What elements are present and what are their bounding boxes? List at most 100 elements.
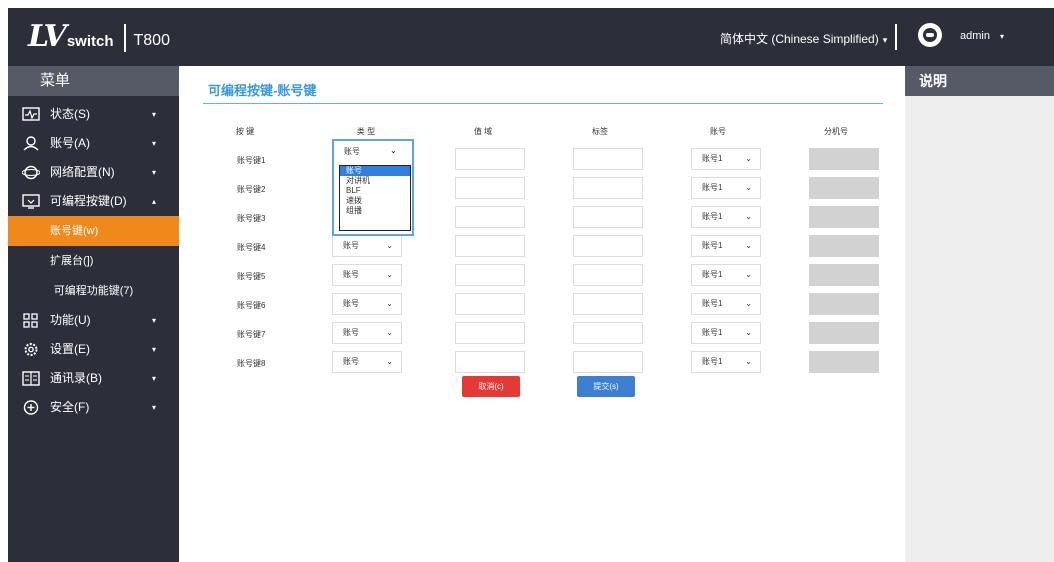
sidebar-item-label: 功能(U) (50, 313, 91, 327)
value-input[interactable] (455, 351, 525, 373)
type-select-value: 账号 (344, 147, 360, 156)
account-select[interactable]: 账号1 ⌄ (691, 177, 761, 199)
account-select-value: 账号1 (702, 270, 723, 279)
row-key-label: 账号键4 (237, 243, 266, 252)
value-input[interactable] (455, 264, 525, 286)
dropdown-option[interactable]: 速拨 (340, 196, 410, 206)
extension-input (809, 264, 879, 286)
chevron-up-icon: ▴ (152, 197, 157, 206)
avatar[interactable] (918, 23, 942, 47)
phonebook-icon (22, 371, 40, 386)
chevron-down-icon: ▾ (152, 374, 157, 383)
chevron-down-icon: ⌄ (386, 270, 393, 279)
sidebar-item-status[interactable]: 状态(S) ▾ (8, 100, 179, 129)
programmable-key-icon (22, 194, 40, 209)
value-input[interactable] (455, 206, 525, 228)
sidebar-subitem-account-keys[interactable]: 账号键(w) (8, 216, 179, 246)
label-input[interactable] (573, 177, 643, 199)
chevron-down-icon: ▾ (152, 139, 157, 148)
column-header-account: 账号 (710, 127, 726, 136)
value-input[interactable] (455, 235, 525, 257)
account-select[interactable]: 账号1 ⌄ (691, 264, 761, 286)
type-select[interactable]: 账号 ⌄ (332, 351, 402, 373)
type-select[interactable]: 账号 ⌄ (332, 293, 402, 315)
type-select-value: 账号 (343, 270, 359, 279)
dropdown-option[interactable]: 账号 (340, 166, 410, 176)
label-input[interactable] (573, 235, 643, 257)
user-menu[interactable]: admin ▾ (960, 30, 1004, 42)
chevron-down-icon: ▾ (152, 316, 157, 325)
feature-grid-icon (23, 313, 38, 328)
row-key-label: 账号键1 (237, 156, 266, 165)
row-key-label: 账号键6 (237, 301, 266, 310)
sidebar-item-phonebook[interactable]: 通讯录(B) ▾ (8, 364, 179, 393)
extension-input (809, 351, 879, 373)
sidebar-item-features[interactable]: 功能(U) ▾ (8, 306, 179, 335)
account-select[interactable]: 账号1 ⌄ (691, 235, 761, 257)
sidebar-item-account[interactable]: 账号(A) ▾ (8, 129, 179, 158)
sidebar-item-label: 设置(E) (50, 342, 90, 356)
value-input[interactable] (455, 293, 525, 315)
extension-input (809, 148, 879, 170)
user-dropdown-icon: ▾ (999, 32, 1004, 41)
column-header-key: 按 键 (235, 127, 255, 136)
sidebar-subitem-programmable-function-keys[interactable]: 可编程功能键(7) (8, 276, 179, 306)
account-select[interactable]: 账号1 ⌄ (691, 351, 761, 373)
column-header-extension: 分机号 (824, 127, 848, 136)
chevron-down-icon: ⌄ (390, 146, 397, 155)
chevron-down-icon: ▾ (152, 168, 157, 177)
label-input[interactable] (573, 264, 643, 286)
top-bar: LV switch T800 简体中文 (Chinese Simplified)… (8, 8, 1054, 66)
language-selector[interactable]: 简体中文 (Chinese Simplified) ▾ (720, 30, 887, 47)
dropdown-option[interactable]: 对讲机 (340, 176, 410, 186)
chevron-down-icon: ⌄ (745, 299, 752, 308)
extension-input (809, 235, 879, 257)
type-dropdown-list: 账号 对讲机 BLF 速拨 组播 (339, 165, 411, 231)
sidebar-item-security[interactable]: 安全(F) ▾ (8, 393, 179, 422)
type-select-open[interactable]: 账号 ⌄ 账号 对讲机 BLF 速拨 组播 (332, 139, 414, 236)
extension-input (809, 206, 879, 228)
logo-divider (123, 24, 126, 52)
menu-title: 菜单 (8, 66, 179, 96)
model-name: T800 (133, 32, 170, 49)
chevron-down-icon: ⌄ (386, 357, 393, 366)
help-panel-title: 说明 (905, 66, 1054, 96)
value-input[interactable] (455, 177, 525, 199)
cancel-button[interactable]: 取消(c) (462, 376, 520, 397)
title-underline (203, 103, 883, 104)
help-panel: 说明 (905, 66, 1054, 562)
submit-button[interactable]: 提交(s) (577, 376, 635, 397)
account-select-value: 账号1 (702, 299, 723, 308)
label-input[interactable] (573, 293, 643, 315)
app-frame: LV switch T800 简体中文 (Chinese Simplified)… (8, 8, 1054, 562)
value-input[interactable] (455, 322, 525, 344)
label-input[interactable] (573, 148, 643, 170)
logo-text: LV (28, 19, 67, 54)
type-select[interactable]: 账号 ⌄ (332, 235, 402, 257)
chevron-down-icon: ⌄ (745, 154, 752, 163)
value-input[interactable] (455, 148, 525, 170)
account-select[interactable]: 账号1 ⌄ (691, 322, 761, 344)
sidebar-item-settings[interactable]: 设置(E) ▾ (8, 335, 179, 364)
sidebar-item-network[interactable]: 网络配置(N) ▾ (8, 158, 179, 187)
label-input[interactable] (573, 206, 643, 228)
column-header-value: 值 域 (473, 127, 493, 136)
row-key-label: 账号键8 (237, 359, 266, 368)
account-select-value: 账号1 (702, 357, 723, 366)
page-title: 可编程按键-账号键 (208, 83, 317, 98)
sidebar-item-programmable-keys[interactable]: 可编程按键(D) ▴ (8, 187, 179, 216)
row-key-label: 账号键2 (237, 185, 266, 194)
sidebar-subitem-expansion[interactable]: 扩展台(]) (8, 246, 179, 276)
account-select[interactable]: 账号1 ⌄ (691, 148, 761, 170)
dropdown-option[interactable]: BLF (340, 186, 410, 196)
dropdown-option[interactable]: 组播 (340, 206, 410, 216)
account-select-value: 账号1 (702, 154, 723, 163)
account-select[interactable]: 账号1 ⌄ (691, 206, 761, 228)
account-select-value: 账号1 (702, 241, 723, 250)
type-select[interactable]: 账号 ⌄ (332, 264, 402, 286)
label-input[interactable] (573, 322, 643, 344)
type-select[interactable]: 账号 ⌄ (332, 322, 402, 344)
account-select[interactable]: 账号1 ⌄ (691, 293, 761, 315)
label-input[interactable] (573, 351, 643, 373)
chevron-down-icon: ▾ (152, 345, 157, 354)
